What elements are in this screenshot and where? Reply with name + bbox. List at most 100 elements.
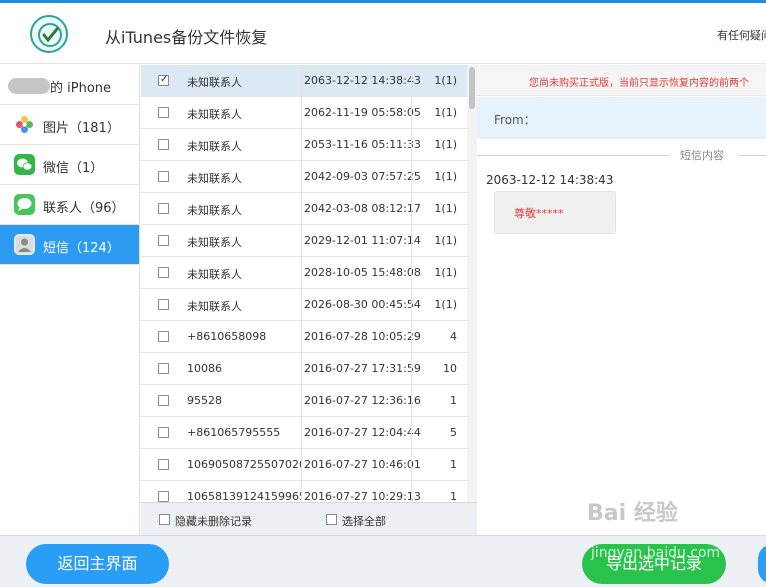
table-row[interactable]: +861065795555 2016-07-27 12:04:44 5 [141,417,467,449]
message-count: 1 [450,490,457,502]
message-count: 1(1) [434,74,457,87]
contact-name: 未知联系人 [187,172,242,185]
row-checkbox[interactable] [158,203,169,214]
column-divider [301,481,302,502]
table-row[interactable]: 未知联系人 2042-09-03 07:57:25 1(1) [141,161,467,193]
table-row[interactable]: 未知联系人 2029-12-01 11:07:14 1(1) [141,225,467,257]
select-all-label[interactable]: 选择全部 [342,513,386,529]
message-date: 2042-03-08 08:12:17 [304,202,421,215]
contact-name: 106905087255070205 [187,458,301,471]
sidebar-item-label: 短信（124） [43,241,120,256]
row-checkbox[interactable] [158,459,169,470]
column-divider [301,289,302,321]
device-header: 的 iPhone [0,65,139,105]
message-list: ✓ 未知联系人 2063-12-12 14:38:43 1(1) 未知联系人 2… [141,65,477,535]
column-divider [301,65,302,97]
message-count: 1(1) [434,106,457,119]
message-rows: ✓ 未知联系人 2063-12-12 14:38:43 1(1) 未知联系人 2… [141,65,467,502]
table-row[interactable]: 95528 2016-07-27 12:36:16 1 [141,385,467,417]
partial-button[interactable] [758,544,766,584]
sidebar-item-wechat[interactable]: 微信（1） [0,145,139,185]
column-divider [411,289,412,321]
column-divider [301,449,302,481]
row-checkbox[interactable] [158,235,169,246]
table-row[interactable]: 106905087255070205 2016-07-27 10:46:01 1 [141,449,467,481]
message-count: 1 [450,394,457,407]
column-divider [301,193,302,225]
column-divider [411,321,412,353]
message-text: 尊敬***** [514,207,564,220]
row-checkbox[interactable] [158,299,169,310]
table-row[interactable]: 未知联系人 2062-11-19 05:58:05 1(1) [141,97,467,129]
row-checkbox[interactable] [158,427,169,438]
back-to-main-button[interactable]: 返回主界面 [26,544,169,584]
row-checkbox[interactable]: ✓ [158,74,169,86]
message-count: 1(1) [434,298,457,311]
message-count: 1(1) [434,266,457,279]
message-count: 1(1) [434,234,457,247]
bottom-bar: 返回主界面 导出选中记录 [0,535,766,587]
row-checkbox[interactable] [158,395,169,406]
contact-name: +8610658098 [187,330,267,343]
message-count: 1(1) [434,202,457,215]
message-date: 2042-09-03 07:57:25 [304,170,421,183]
header: 从iTunes备份文件恢复 有任何疑问 [0,3,766,64]
contact-name: 106581391241599653 [187,490,301,502]
export-selected-button[interactable]: 导出选中记录 [582,544,726,584]
contact-name: 未知联系人 [187,140,242,153]
contact-name: 95528 [187,394,222,407]
row-checkbox[interactable] [158,491,169,502]
column-divider [301,417,302,449]
sms-icon [14,234,35,255]
message-bubble: 尊敬***** [494,191,616,234]
contact-name: 未知联系人 [187,300,242,313]
sidebar-item-contacts[interactable]: 联系人（96） [0,185,139,225]
sidebar: 的 iPhone 图片（181） 微信（1） 联系人（96） 短信（124） [0,65,140,535]
column-divider [411,129,412,161]
page-title: 从iTunes备份文件恢复 [105,28,268,47]
check-icon: ✓ [160,74,169,85]
message-timestamp: 2063-12-12 14:38:43 [486,173,614,187]
contact-name: 10086 [187,362,222,375]
column-divider [411,449,412,481]
sidebar-item-label: 微信（1） [43,161,104,176]
photos-icon [14,114,35,135]
message-count: 1 [450,458,457,471]
table-row[interactable]: 未知联系人 2026-08-30 00:45:54 1(1) [141,289,467,321]
sidebar-item-photos[interactable]: 图片（181） [0,105,139,145]
table-row[interactable]: 未知联系人 2028-10-05 15:48:08 1(1) [141,257,467,289]
column-divider [301,97,302,129]
sidebar-item-sms[interactable]: 短信（124） [0,225,139,265]
column-divider [411,417,412,449]
list-scrollbar[interactable] [467,65,477,502]
table-row[interactable]: 106581391241599653 2016-07-27 10:29:13 1 [141,481,467,502]
message-count: 1(1) [434,138,457,151]
row-checkbox[interactable] [158,139,169,150]
table-row[interactable]: 未知联系人 2053-11-16 05:11:33 1(1) [141,129,467,161]
hide-undeleted-checkbox[interactable] [159,514,170,525]
hide-undeleted-label[interactable]: 隐藏未删除记录 [175,513,252,529]
column-divider [411,481,412,502]
row-checkbox[interactable] [158,107,169,118]
table-row[interactable]: 10086 2016-07-27 17:31:59 10 [141,353,467,385]
help-link[interactable]: 有任何疑问 [717,27,766,43]
row-checkbox[interactable] [158,171,169,182]
from-bar: From： [477,97,766,139]
scrollbar-thumb[interactable] [469,67,475,109]
row-checkbox[interactable] [158,267,169,278]
table-row[interactable]: +8610658098 2016-07-28 10:05:29 4 [141,321,467,353]
table-row[interactable]: ✓ 未知联系人 2063-12-12 14:38:43 1(1) [141,65,467,97]
sidebar-item-label: 图片（181） [43,121,120,136]
message-count: 10 [443,362,457,375]
message-date: 2028-10-05 15:48:08 [304,266,421,279]
select-all-checkbox[interactable] [326,514,337,525]
row-checkbox[interactable] [158,363,169,374]
table-row[interactable]: 未知联系人 2042-03-08 08:12:17 1(1) [141,193,467,225]
contact-name: 未知联系人 [187,204,242,217]
column-divider [411,353,412,385]
message-date: 2016-07-27 10:29:13 [304,490,421,502]
contact-name: +861065795555 [187,426,281,439]
row-checkbox[interactable] [158,331,169,342]
message-count: 4 [450,330,457,343]
column-divider [411,225,412,257]
